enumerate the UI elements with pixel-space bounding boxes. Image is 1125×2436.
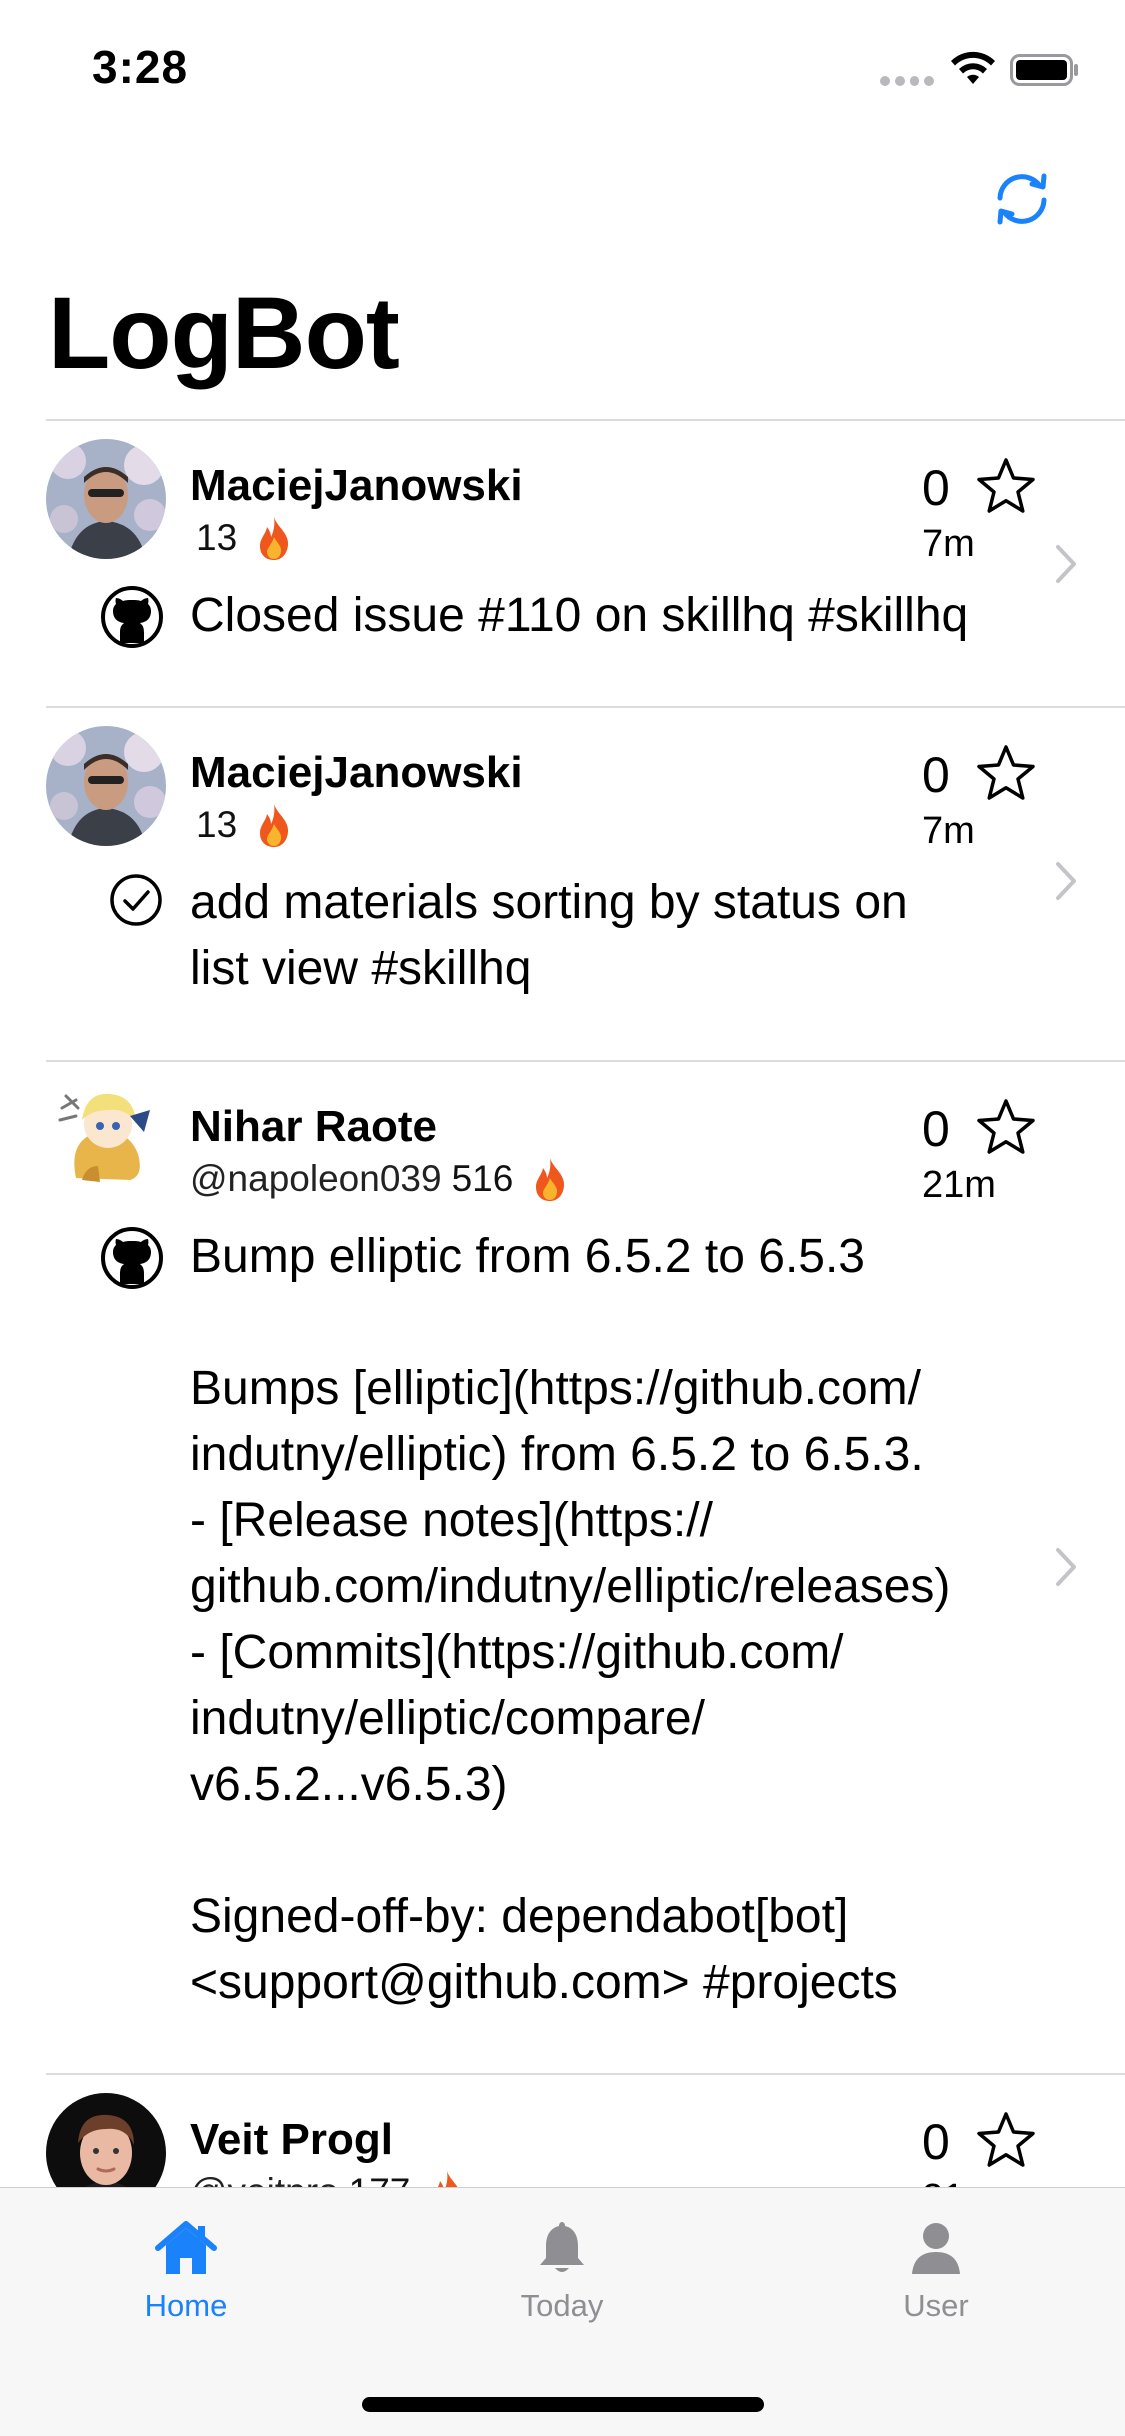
avatar[interactable]: [46, 1080, 166, 1200]
user-icon: [912, 2223, 960, 2274]
fire-icon: [260, 517, 289, 560]
streak-count: 13: [196, 517, 238, 558]
post-age: 7m: [922, 810, 975, 852]
star-icon[interactable]: [976, 2111, 1036, 2169]
author-meta: 13: [196, 515, 293, 561]
star-count: 0: [922, 747, 950, 803]
streak-count: 13: [196, 804, 238, 845]
github-icon: [101, 586, 163, 648]
post-age: 7m: [922, 523, 975, 565]
tab-label: Home: [144, 2288, 228, 2323]
post-body: Bump elliptic from 6.5.2 to 6.5.3 Bumps …: [190, 1230, 951, 2009]
app-screen: 3:28 LogBot MaciejJanowski 13 0 7m Close…: [0, 0, 1125, 2436]
feed-post[interactable]: Nihar Raote @napoleon039 516 0 21m Bump …: [46, 1060, 1125, 2073]
star-count: 0: [922, 1101, 950, 1157]
check-circle-icon: [110, 874, 162, 926]
star-icon[interactable]: [976, 744, 1036, 802]
home-indicator: [362, 2397, 764, 2412]
author-meta: @napoleon039 516: [190, 1156, 569, 1202]
fire-icon: [260, 804, 289, 847]
avatar[interactable]: [46, 726, 166, 846]
tab-today[interactable]: Today: [462, 2218, 662, 2348]
star-icon[interactable]: [976, 1098, 1036, 1156]
wifi-icon: [951, 51, 995, 84]
tab-user[interactable]: User: [836, 2218, 1036, 2348]
streak-count: 516: [451, 1158, 514, 1199]
tab-label: Today: [520, 2288, 604, 2323]
author-name: Veit Progl: [190, 2115, 393, 2164]
feed-post[interactable]: Veit Progl @veitpro 177 0 21m: [46, 2073, 1125, 2187]
fire-icon: [438, 2171, 458, 2187]
chevron-right-icon[interactable]: [1052, 1546, 1080, 1588]
chevron-right-icon[interactable]: [1052, 860, 1080, 902]
feed-list[interactable]: MaciejJanowski 13 0 7m Closed issue #110…: [0, 419, 1125, 2187]
star-count: 0: [922, 460, 950, 516]
author-meta: 13: [196, 802, 293, 848]
post-body: Closed issue #110 on skillhq #skillhq: [190, 589, 969, 642]
home-icon: [155, 2221, 217, 2274]
post-body: add materials sorting by status on list …: [190, 876, 908, 995]
star-icon[interactable]: [976, 457, 1036, 515]
status-bar: 3:28: [0, 0, 1125, 132]
tab-home[interactable]: Home: [86, 2218, 286, 2348]
author-handle: @veitpro: [190, 2171, 339, 2187]
streak-count: 177: [349, 2171, 411, 2187]
author-name: Nihar Raote: [190, 1102, 437, 1151]
star-count: 0: [922, 2114, 950, 2170]
feed-post[interactable]: MaciejJanowski 13 0 7m Closed issue #110…: [46, 419, 1125, 706]
feed-post[interactable]: MaciejJanowski 13 0 7m add materials sor…: [46, 706, 1125, 1060]
author-name: MaciejJanowski: [190, 748, 523, 797]
post-age: 21m: [922, 1164, 996, 1206]
post-age: 21m: [922, 2177, 996, 2187]
author-handle: @napoleon039: [190, 1158, 442, 1199]
page-title: LogBot: [48, 276, 400, 390]
status-time: 3:28: [92, 41, 189, 93]
cellular-signal-icon: [880, 76, 934, 86]
fire-icon: [536, 1158, 565, 1201]
avatar[interactable]: [46, 439, 166, 559]
avatar[interactable]: [46, 2093, 166, 2187]
tab-bar: Home Today User: [0, 2187, 1125, 2436]
battery-icon: [1010, 54, 1078, 86]
refresh-button[interactable]: [988, 168, 1056, 230]
github-icon: [101, 1227, 163, 1289]
author-name: MaciejJanowski: [190, 461, 523, 510]
bell-icon: [540, 2222, 584, 2272]
tab-label: User: [903, 2288, 969, 2323]
author-meta: @veitpro 177: [190, 2169, 466, 2187]
chevron-right-icon[interactable]: [1052, 543, 1080, 585]
